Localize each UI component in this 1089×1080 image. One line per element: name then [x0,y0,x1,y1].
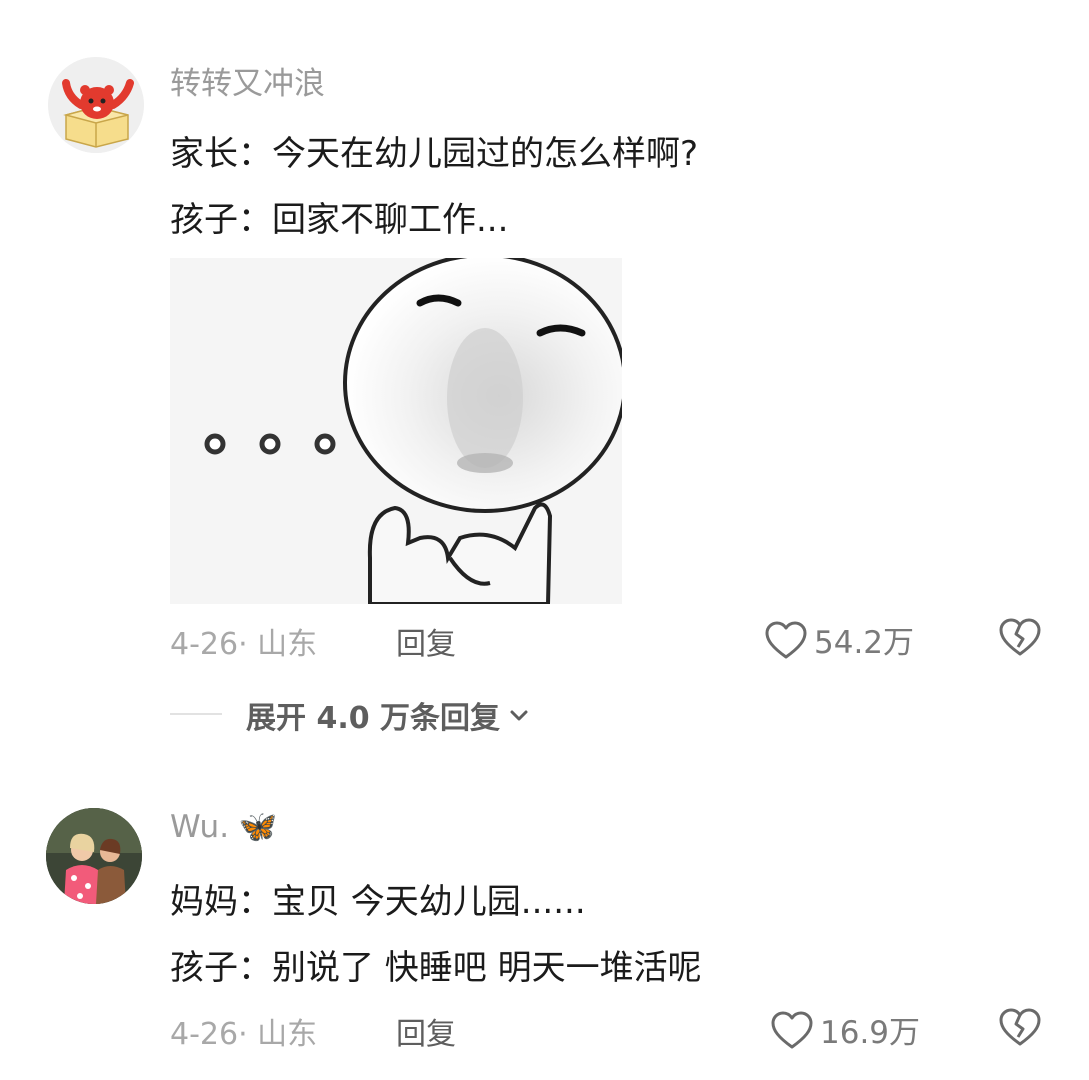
expand-replies-button[interactable]: 展开 4.0 万条回复 [246,693,532,737]
like-button[interactable]: 54.2万 [764,617,914,662]
broken-heart-icon [999,618,1041,656]
comment-date-location: 4-26· 山东 [170,1017,318,1052]
like-button[interactable]: 16.9万 [770,1007,920,1052]
red-bear-in-box-icon [48,57,144,153]
comment-text-line: 妈妈：宝贝 今天幼儿园...... [170,882,586,922]
comment-text-line: 孩子：回家不聊工作... [170,200,509,240]
comment-meme-image[interactable] [170,258,622,604]
expand-replies-label: 展开 4.0 万条回复 [246,701,501,736]
heart-icon [771,1011,813,1048]
reply-button[interactable]: 回复 [396,1009,456,1053]
comment-username[interactable]: Wu. 🦋 [170,808,278,845]
comment-date-location: 4-26· 山东 [170,627,318,662]
chevron-down-icon [510,710,528,721]
reply-button[interactable]: 回复 [396,619,456,663]
comment-text-line: 孩子：别说了 快睡吧 明天一堆活呢 [170,948,702,988]
like-count: 16.9万 [820,1015,921,1051]
divider [170,713,222,715]
avatar[interactable] [46,808,142,904]
comment-text-line: 家长：今天在幼儿园过的怎么样啊? [170,134,699,174]
comment-username[interactable]: 转转又冲浪 [170,58,325,103]
like-count: 54.2万 [814,625,915,661]
meme-face-sticker-icon [170,258,622,604]
butterfly-icon: 🦋 [238,809,278,845]
avatar[interactable] [48,57,144,153]
heart-icon [765,621,807,658]
dislike-button[interactable] [998,617,1042,661]
username-text: Wu. [170,809,230,845]
dislike-button[interactable] [998,1007,1042,1051]
broken-heart-icon [999,1008,1041,1046]
two-girls-photo-icon [46,808,142,904]
